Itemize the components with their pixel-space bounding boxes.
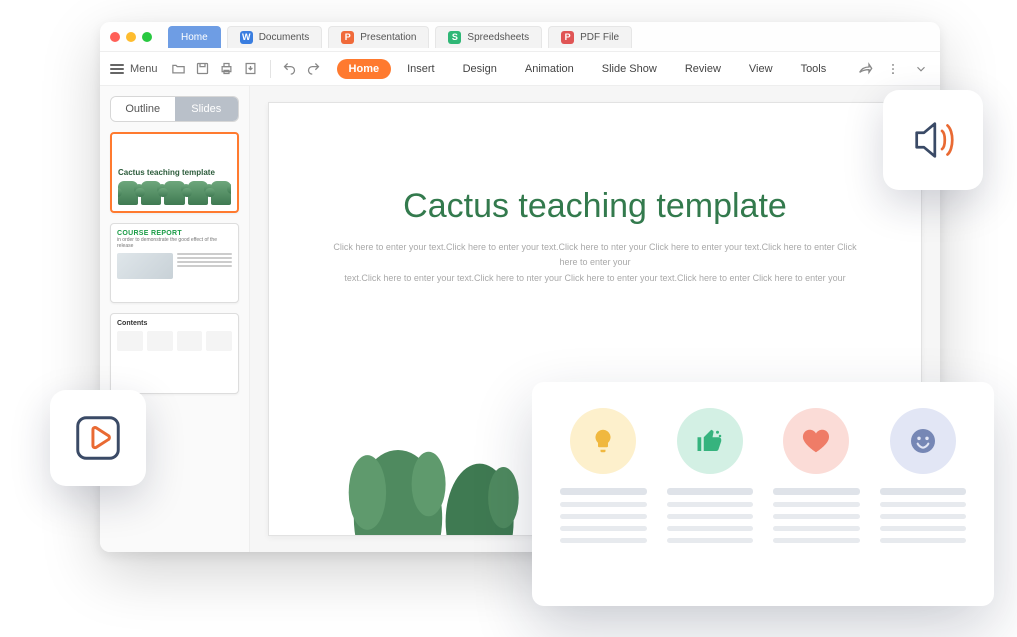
app-tab-documents[interactable]: W Documents <box>227 26 323 48</box>
app-tab-label: Spreedsheets <box>467 32 529 43</box>
presentation-icon: P <box>341 31 354 44</box>
more-icon[interactable] <box>884 60 902 78</box>
toggle-slides[interactable]: Slides <box>175 97 239 121</box>
ribbon-home[interactable]: Home <box>337 59 392 79</box>
slide-description-1: Click here to enter your text.Click here… <box>325 240 865 271</box>
info-col-idea[interactable] <box>560 408 647 586</box>
thumb-subtitle: in order to demonstrate the good effect … <box>117 237 232 249</box>
slide-title: Cactus teaching template <box>403 187 787 226</box>
open-icon[interactable] <box>170 60 188 78</box>
thumb-title: Contents <box>117 320 232 327</box>
export-icon[interactable] <box>242 60 260 78</box>
minimize-window-button[interactable] <box>126 32 136 42</box>
thumb-lines <box>177 253 233 279</box>
speaker-card[interactable] <box>883 90 983 190</box>
thumb-title: COURSE REPORT <box>117 230 232 237</box>
save-icon[interactable] <box>194 60 212 78</box>
ribbon-tools[interactable]: Tools <box>789 59 839 79</box>
thumb-1[interactable]: Cactus teaching template <box>110 132 239 213</box>
info-col-heart[interactable] <box>773 408 860 586</box>
app-tab-label: Presentation <box>360 32 416 43</box>
speaker-icon <box>904 111 962 169</box>
toolbar: Menu Home Insert Design Animation Slide … <box>100 52 940 86</box>
menu-label[interactable]: Menu <box>130 63 158 75</box>
print-icon[interactable] <box>218 60 236 78</box>
play-icon <box>71 411 125 465</box>
hamburger-icon[interactable] <box>110 64 124 74</box>
side-toggle: Outline Slides <box>110 96 239 122</box>
ribbon: Home Insert Design Animation Slide Show … <box>337 59 839 79</box>
info-panel <box>532 382 994 606</box>
info-lines <box>560 488 647 543</box>
divider <box>270 60 271 78</box>
smile-icon <box>890 408 956 474</box>
thumbs-up-icon <box>677 408 743 474</box>
info-lines <box>773 488 860 543</box>
heart-icon <box>783 408 849 474</box>
chevron-down-icon[interactable] <box>912 60 930 78</box>
info-col-thumbs[interactable] <box>667 408 754 586</box>
toggle-outline[interactable]: Outline <box>111 97 175 121</box>
ribbon-slideshow[interactable]: Slide Show <box>590 59 669 79</box>
thumb-2[interactable]: COURSE REPORT in order to demonstrate th… <box>110 223 239 304</box>
thumb-title: Cactus teaching template <box>118 168 231 177</box>
ribbon-design[interactable]: Design <box>451 59 509 79</box>
thumbnails: Cactus teaching template COURSE REPORT i… <box>100 132 249 552</box>
maximize-window-button[interactable] <box>142 32 152 42</box>
info-lines <box>880 488 967 543</box>
ribbon-view[interactable]: View <box>737 59 785 79</box>
window-controls <box>110 32 152 42</box>
thumb-image <box>117 253 173 279</box>
play-card[interactable] <box>50 390 146 486</box>
thumb-numbers <box>117 331 232 351</box>
share-icon[interactable] <box>856 60 874 78</box>
ribbon-review[interactable]: Review <box>673 59 733 79</box>
app-tab-label: Documents <box>259 32 310 43</box>
redo-icon[interactable] <box>305 60 323 78</box>
slide-description-2: text.Click here to enter your text.Click… <box>344 271 845 286</box>
app-tab-label: Home <box>181 32 208 43</box>
titlebar: Home W Documents P Presentation S Spreed… <box>100 22 940 52</box>
bulb-icon <box>570 408 636 474</box>
app-tab-spreadsheets[interactable]: S Spreedsheets <box>435 26 542 48</box>
app-tab-pdf[interactable]: P PDF File <box>548 26 632 48</box>
ribbon-animation[interactable]: Animation <box>513 59 586 79</box>
documents-icon: W <box>240 31 253 44</box>
app-tab-presentation[interactable]: P Presentation <box>328 26 429 48</box>
info-lines <box>667 488 754 543</box>
info-col-smile[interactable] <box>880 408 967 586</box>
app-tab-home[interactable]: Home <box>168 26 221 48</box>
spreadsheets-icon: S <box>448 31 461 44</box>
app-tab-label: PDF File <box>580 32 619 43</box>
close-window-button[interactable] <box>110 32 120 42</box>
pdf-icon: P <box>561 31 574 44</box>
undo-icon[interactable] <box>281 60 299 78</box>
thumb-3[interactable]: Contents <box>110 313 239 394</box>
thumb-cacti <box>118 181 231 205</box>
ribbon-insert[interactable]: Insert <box>395 59 447 79</box>
